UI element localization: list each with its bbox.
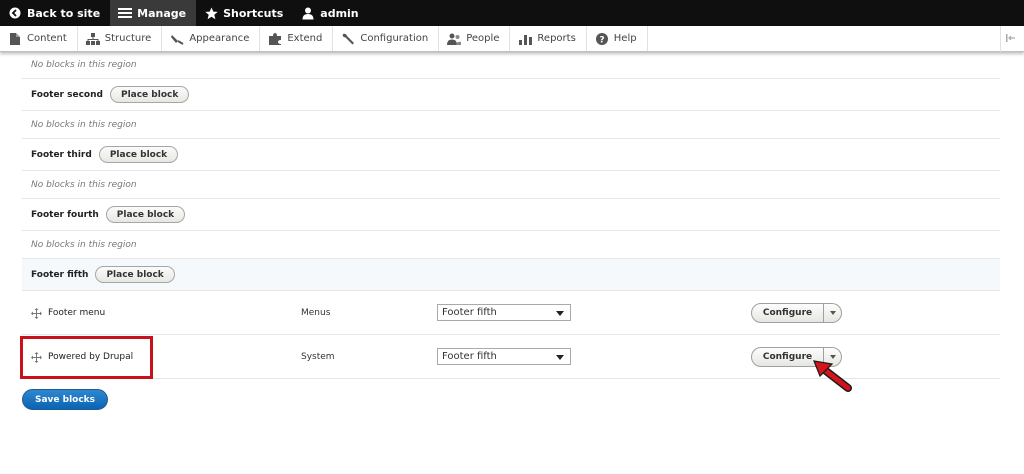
region-empty-row: No blocks in this region [22, 171, 1000, 199]
svg-text:?: ? [599, 35, 604, 45]
tray-item-configuration[interactable]: Configuration [333, 26, 440, 51]
region-empty-row: No blocks in this region [22, 52, 1000, 79]
file-icon [8, 32, 22, 46]
admin-tray: Content Structure Appearance Extend Conf… [0, 26, 1024, 52]
region-footer-fourth: Footer fourth Place block [22, 199, 1000, 231]
place-block-button[interactable]: Place block [95, 266, 175, 283]
admin-toolbar: Back to site Manage Shortcuts admin [0, 0, 1024, 26]
place-block-button[interactable]: Place block [105, 206, 186, 223]
user-tab[interactable]: admin [293, 0, 368, 26]
region-select[interactable]: Footer fifth [437, 348, 571, 365]
region-title: Footer third [31, 149, 92, 160]
tray-item-help[interactable]: ? Help [587, 26, 648, 51]
block-row-powered-by-drupal: Powered by Drupal System Footer fifth Co… [22, 335, 1000, 379]
region-footer-third: Footer third Place block [22, 139, 1000, 171]
place-block-button[interactable]: Place block [98, 146, 179, 163]
tray-item-structure[interactable]: Structure [78, 26, 163, 51]
star-icon [204, 6, 218, 20]
puzzle-icon [268, 32, 282, 46]
chevron-down-icon [829, 311, 836, 315]
tray-item-reports[interactable]: Reports [510, 26, 587, 51]
region-empty-row: No blocks in this region [22, 111, 1000, 139]
annotation-highlight-box [20, 336, 153, 379]
configure-button[interactable]: Configure [751, 303, 824, 323]
drag-handle-icon[interactable] [30, 307, 42, 319]
annotation-arrow-icon [813, 360, 852, 392]
paintbrush-icon [170, 32, 184, 46]
tray-item-people[interactable]: People [439, 26, 511, 51]
region-title: Footer second [31, 89, 103, 100]
save-blocks-button[interactable]: Save blocks [22, 389, 108, 410]
block-category: Menus [301, 308, 331, 318]
collapse-icon [1005, 33, 1016, 45]
region-footer-second: Footer second Place block [22, 79, 1000, 111]
menu-icon [118, 6, 133, 20]
help-icon: ? [595, 32, 609, 46]
place-block-button[interactable]: Place block [109, 86, 190, 103]
manage-tab[interactable]: Manage [110, 0, 197, 26]
dropdown-arrow-icon [556, 311, 564, 316]
block-name: Footer menu [48, 308, 106, 318]
wrench-icon [341, 32, 355, 46]
shortcuts-tab[interactable]: Shortcuts [196, 0, 293, 26]
block-category: System [301, 352, 335, 362]
configure-dropbutton: Configure [751, 303, 842, 323]
block-regions-table: No blocks in this region Footer second P… [22, 52, 1000, 379]
tray-item-extend[interactable]: Extend [260, 26, 334, 51]
sitemap-icon [85, 32, 100, 46]
region-title: Footer fifth [31, 269, 89, 280]
dropbutton-toggle[interactable] [824, 303, 842, 323]
region-empty-row: No blocks in this region [22, 231, 1000, 259]
region-select[interactable]: Footer fifth [437, 304, 571, 321]
tray-orientation-toggle[interactable] [1000, 26, 1020, 52]
block-row-footer-menu: Footer menu Menus Footer fifth Configure [22, 291, 1000, 335]
bar-chart-icon [518, 32, 532, 46]
tray-item-appearance[interactable]: Appearance [162, 26, 261, 51]
back-to-site-link[interactable]: Back to site [0, 0, 110, 26]
region-footer-fifth: Footer fifth Place block [22, 259, 1000, 291]
dropdown-arrow-icon [556, 355, 564, 360]
back-circle-icon [8, 6, 22, 20]
tray-item-content[interactable]: Content [0, 26, 78, 51]
people-icon [447, 32, 462, 46]
user-icon [301, 6, 315, 20]
region-title: Footer fourth [31, 209, 99, 220]
